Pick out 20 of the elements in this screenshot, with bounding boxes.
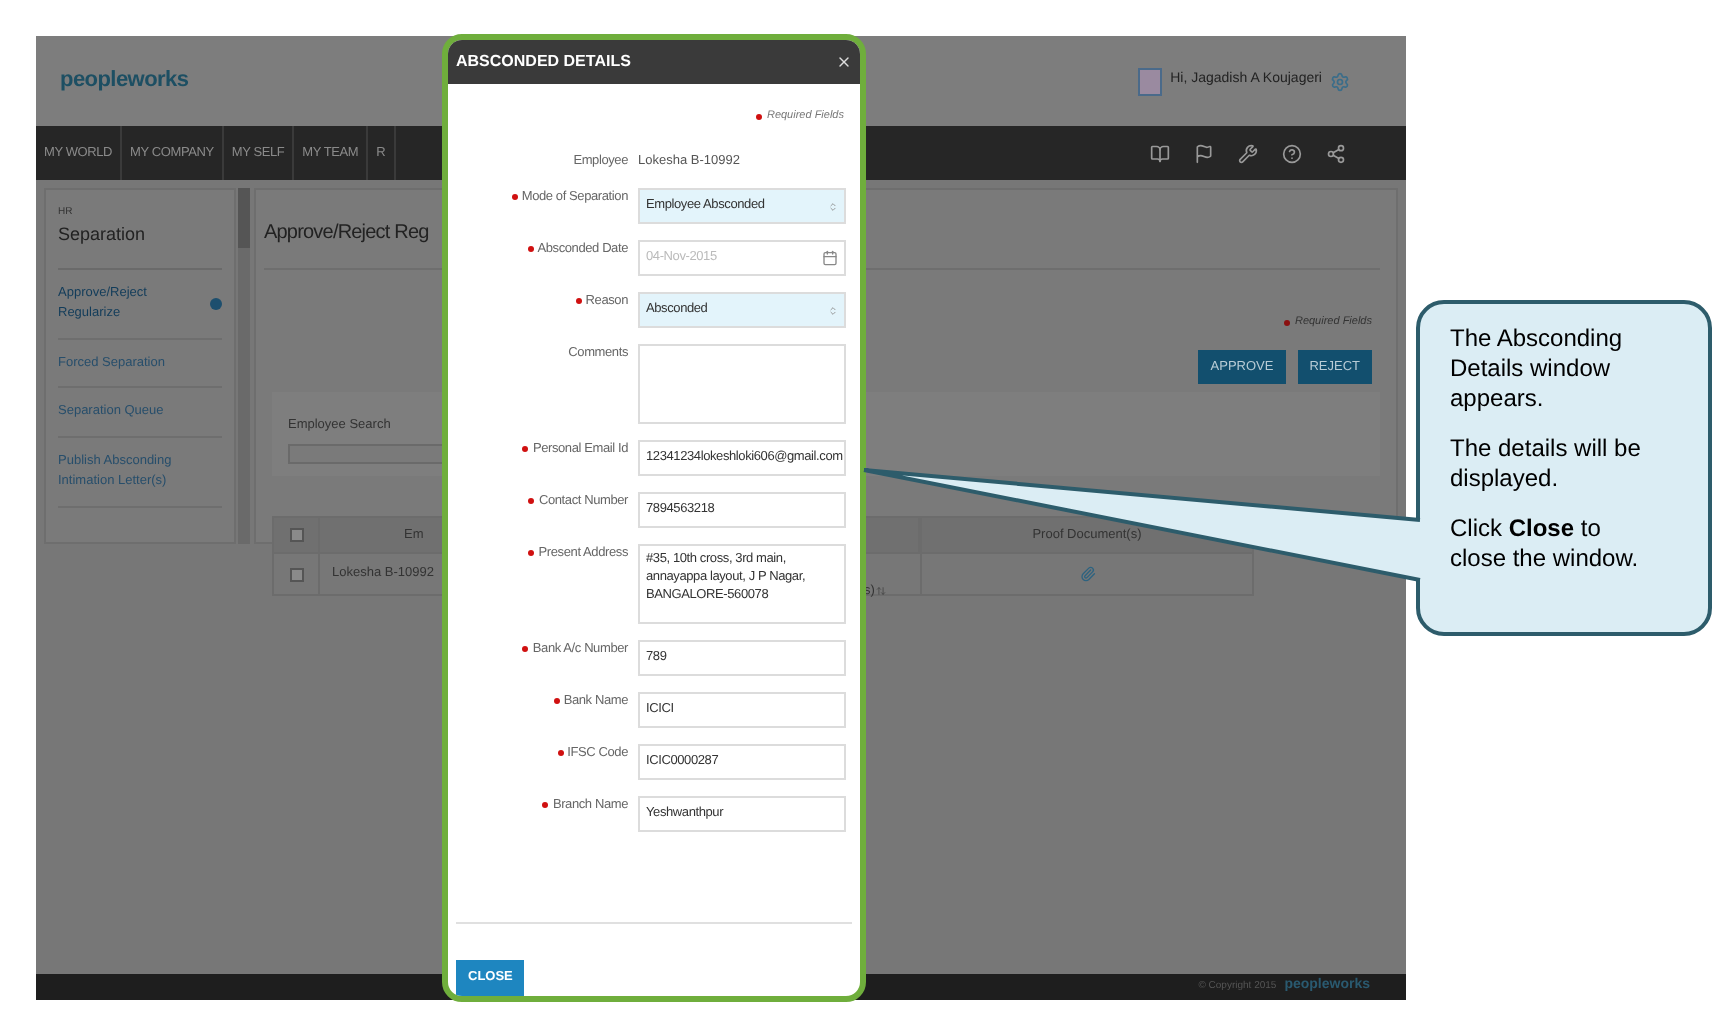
book-icon[interactable]: [1150, 143, 1170, 163]
flag-icon[interactable]: [1194, 143, 1214, 163]
paperclip-icon[interactable]: [1079, 566, 1095, 583]
logo: peopleworks: [60, 66, 189, 97]
dropdown-icon: [828, 201, 838, 211]
close-icon[interactable]: [836, 54, 852, 70]
help-icon[interactable]: [1282, 143, 1302, 163]
sidebar-title: Separation: [58, 221, 222, 270]
tools-icon[interactable]: [1238, 143, 1258, 163]
required-asterisk-icon: [1284, 319, 1291, 326]
share-icon[interactable]: [1326, 143, 1346, 163]
dialog-title: ABSCONDED DETAILS: [456, 50, 631, 74]
avatar: [1138, 67, 1163, 95]
checkbox[interactable]: [289, 528, 303, 543]
callout-text: The details will be displayed.: [1450, 434, 1643, 494]
dropdown-icon: [828, 305, 838, 315]
callout-text: Click Close to close the window.: [1450, 514, 1641, 574]
callout-text: The Absconding Details window appears.: [1450, 324, 1625, 414]
required-asterisk-icon: [756, 113, 763, 120]
checkbox[interactable]: [289, 567, 303, 582]
